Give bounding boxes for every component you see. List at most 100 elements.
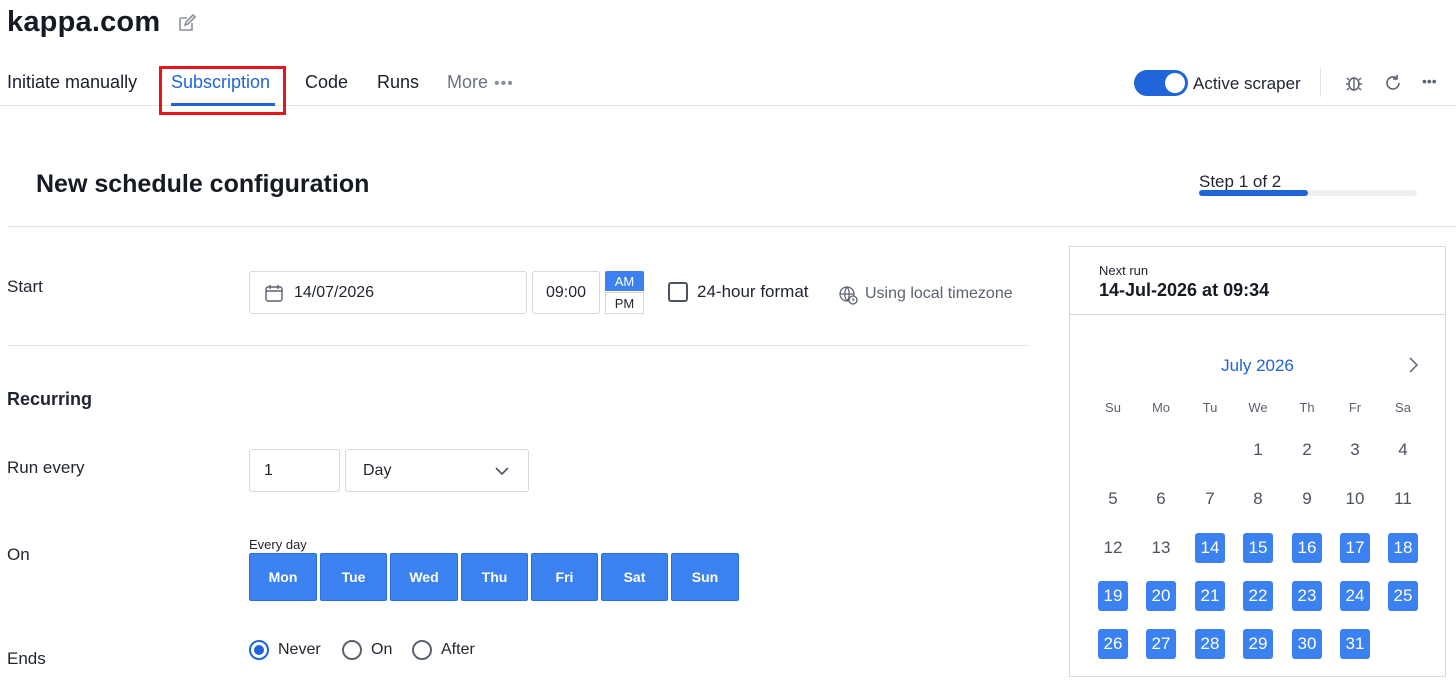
recurring-heading: Recurring [7,389,93,409]
interval-unit-select[interactable]: Day [345,449,529,492]
title-row: kappa.com [7,6,198,39]
interval-input[interactable]: 1 [249,449,340,492]
tab-subscription[interactable]: Subscription [171,72,270,93]
day-button-fri[interactable]: Fri [531,553,598,601]
ends-after-label: After [441,641,475,658]
weekday-header: Fr [1348,400,1362,415]
more-dots-icon: ••• [494,75,514,92]
next-run-value: 14-Jul-2026 at 09:34 [1099,280,1270,300]
calendar-day[interactable]: 16 [1292,533,1322,563]
calendar-day[interactable]: 4 [1388,435,1418,465]
calendar-day[interactable]: 1 [1243,435,1273,465]
day-button-mon[interactable]: Mon [249,553,317,601]
run-every-label: Run every [7,458,85,477]
next-run-label: Next run [1099,263,1149,278]
ends-on-radio[interactable] [342,640,362,660]
am-button[interactable]: AM [605,271,644,291]
calendar-day[interactable]: 17 [1340,533,1370,563]
active-tab-underline [171,103,275,106]
calendar-day[interactable]: 18 [1388,533,1418,563]
calendar-day[interactable]: 15 [1243,533,1273,563]
calendar-day[interactable]: 30 [1292,629,1322,659]
calendar-day[interactable]: 12 [1098,533,1128,563]
calendar-day[interactable]: 5 [1098,484,1128,514]
tab-runs[interactable]: Runs [377,72,419,93]
chevron-down-icon [495,467,509,476]
page-title: New schedule configuration [36,170,370,198]
interval-unit-value: Day [363,461,392,479]
day-button-sat[interactable]: Sat [601,553,668,601]
every-day-label: Every day [249,537,307,552]
day-button-wed[interactable]: Wed [390,553,458,601]
bug-icon[interactable] [1343,72,1365,94]
globe-clock-icon [838,285,858,305]
calendar-day[interactable]: 28 [1195,629,1225,659]
tab-initiate-manually[interactable]: Initiate manually [7,72,137,93]
start-date-value: 14/07/2026 [294,283,375,301]
chevron-right-icon[interactable] [1407,355,1421,375]
pm-button[interactable]: PM [605,292,644,314]
calendar-icon [265,284,283,302]
calendar-day[interactable]: 10 [1340,484,1370,514]
tab-more[interactable]: More ••• [447,72,514,93]
start-date-input[interactable]: 14/07/2026 [249,271,527,314]
ends-never-radio[interactable] [249,640,269,660]
step-label: Step 1 of 2 [1199,172,1282,191]
calendar-day[interactable]: 29 [1243,629,1273,659]
24-hour-format-label: 24-hour format [697,282,809,301]
calendar-day[interactable]: 9 [1292,484,1322,514]
calendar-day[interactable]: 19 [1098,581,1128,611]
calendar-day[interactable]: 8 [1243,484,1273,514]
header-divider [7,226,1456,227]
weekday-header: Tu [1202,400,1218,415]
ends-after-radio[interactable] [412,640,432,660]
tab-code[interactable]: Code [305,72,348,93]
start-divider [7,345,1029,346]
calendar-day[interactable]: 7 [1195,484,1225,514]
calendar-day[interactable]: 3 [1340,435,1370,465]
weekday-header: We [1248,400,1268,415]
day-button-sun[interactable]: Sun [671,553,739,601]
more-options-icon[interactable]: ••• [1422,73,1444,95]
tab-more-label: More [447,72,489,92]
calendar-day[interactable]: 13 [1146,533,1176,563]
calendar-divider [1070,314,1445,315]
toggle-knob [1165,73,1185,93]
on-label: On [7,545,30,564]
step-progress-fill [1199,190,1308,196]
weekday-header: Th [1299,400,1315,415]
edit-icon[interactable] [176,12,198,34]
calendar-day[interactable]: 31 [1340,629,1370,659]
day-button-thu[interactable]: Thu [461,553,528,601]
calendar-day[interactable]: 21 [1195,581,1225,611]
calendar-day[interactable]: 22 [1243,581,1273,611]
refresh-icon[interactable] [1382,72,1404,94]
weekday-header: Sa [1395,400,1411,415]
24-hour-format-checkbox[interactable] [668,282,688,302]
next-run-calendar: Next run 14-Jul-2026 at 09:34 July 2026 … [1069,246,1446,677]
calendar-day[interactable]: 24 [1340,581,1370,611]
weekday-header: Su [1105,400,1121,415]
am-pm-toggle: AM PM [605,271,644,314]
calendar-day[interactable]: 26 [1098,629,1128,659]
app-title: kappa.com [7,6,161,38]
calendar-day[interactable]: 11 [1388,484,1418,514]
calendar-day[interactable]: 27 [1146,629,1176,659]
active-scraper-toggle[interactable] [1134,70,1188,96]
ends-label: Ends [7,649,46,668]
calendar-day[interactable]: 25 [1388,581,1418,611]
calendar-day[interactable]: 20 [1146,581,1176,611]
day-button-tue[interactable]: Tue [320,553,387,601]
month-label: July 2026 [1221,356,1294,375]
start-time-input[interactable]: 09:00 [532,271,600,314]
ends-never-label: Never [278,641,321,658]
active-scraper-label: Active scraper [1193,74,1301,93]
calendar-day[interactable]: 14 [1195,533,1225,563]
step-progress-bar [1199,190,1417,196]
calendar-day[interactable]: 6 [1146,484,1176,514]
ends-on-label: On [371,641,393,658]
timezone-label[interactable]: Using local timezone [865,285,1013,303]
toolbar-divider [1320,67,1321,97]
calendar-day[interactable]: 2 [1292,435,1322,465]
calendar-day[interactable]: 23 [1292,581,1322,611]
